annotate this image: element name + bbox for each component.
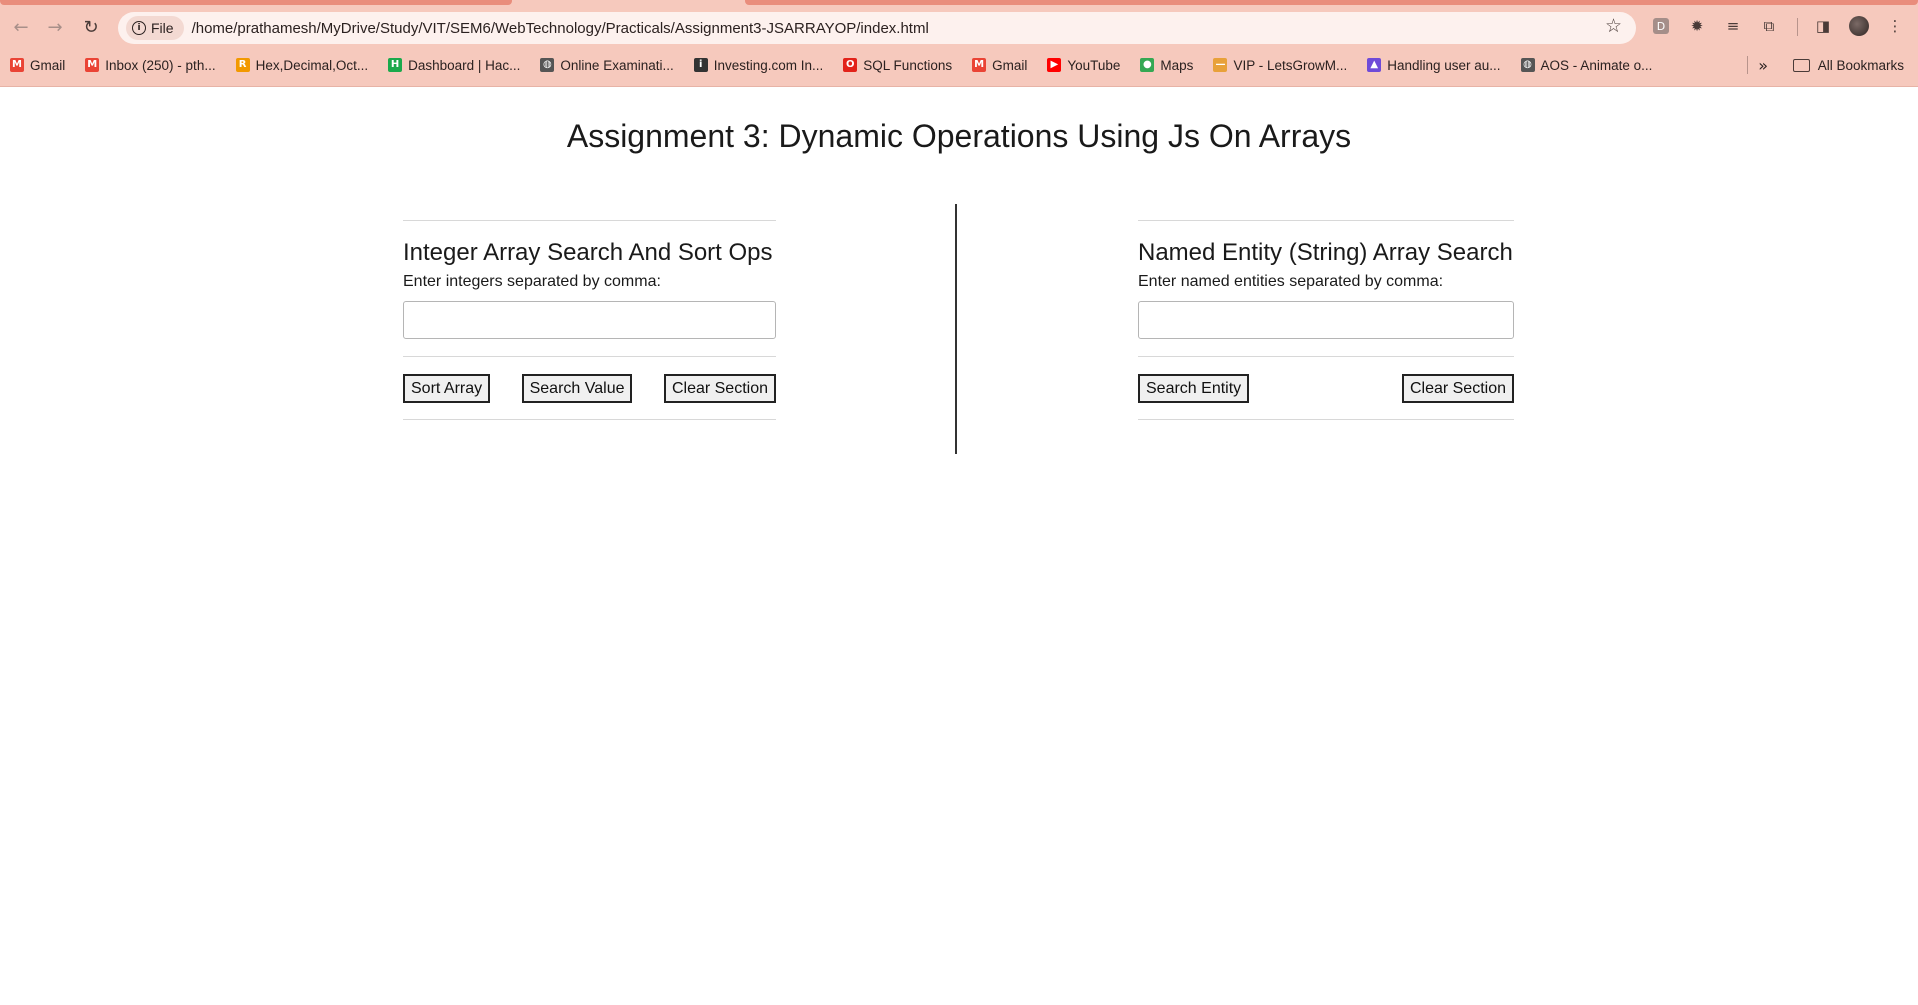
integer-array-section: Integer Array Search And Sort Ops Enter … [403, 220, 776, 420]
bookmark-label: Maps [1160, 57, 1194, 73]
bookmark-item[interactable]: R Hex,Decimal,Oct... [226, 58, 379, 73]
hackerrank-icon: H [388, 58, 403, 72]
bookmark-item[interactable]: ● Maps [1130, 58, 1203, 73]
integer-section-heading: Integer Array Search And Sort Ops [403, 239, 773, 266]
extensions-puzzle-icon[interactable]: ⧉ [1758, 15, 1780, 37]
tab-indicator [745, 0, 1918, 5]
side-panel-icon[interactable]: ◨ [1812, 15, 1834, 37]
bookmark-item[interactable]: M Gmail [0, 58, 75, 73]
sort-array-button[interactable]: Sort Array [403, 374, 491, 403]
maps-icon: ● [1140, 58, 1155, 72]
string-array-section: Named Entity (String) Array Search Enter… [1138, 220, 1514, 420]
investing-icon: i [693, 58, 708, 72]
section-top-rule [1138, 220, 1514, 221]
clear-integer-section-button[interactable]: Clear Section [663, 374, 776, 403]
bookmark-item[interactable]: ◍ Online Examinati... [530, 58, 683, 73]
section-divider [955, 204, 957, 454]
info-icon: i [132, 21, 146, 35]
bookmark-star-icon[interactable]: ☆ [1605, 15, 1622, 37]
bookmark-label: Inbox (250) - pth... [105, 57, 216, 73]
bookmark-label: SQL Functions [863, 57, 953, 73]
bookmark-label: AOS - Animate o... [1540, 57, 1653, 73]
address-bar[interactable]: i File /home/prathamesh/MyDrive/Study/VI… [118, 12, 1636, 44]
extension-bug-icon[interactable]: ✹ [1686, 15, 1708, 37]
page-title: Assignment 3: Dynamic Operations Using J… [566, 118, 1352, 154]
toolbar-separator [1797, 18, 1798, 36]
integer-input[interactable] [403, 301, 776, 339]
all-bookmarks-label: All Bookmarks [1817, 57, 1904, 73]
bookmark-label: YouTube [1067, 57, 1121, 73]
forward-icon[interactable]: → [42, 14, 68, 40]
bookmarks-bar: M Gmail M Inbox (250) - pth... R Hex,Decimal,… [0, 52, 1918, 78]
gmail-icon: M [972, 58, 987, 72]
reload-icon[interactable]: ↻ [78, 14, 104, 40]
bookmark-item[interactable]: ▲ Handling user au... [1357, 58, 1510, 73]
bookmark-item[interactable]: — VIP - LetsGrowM... [1203, 58, 1357, 73]
section-top-rule [403, 220, 776, 221]
entity-input[interactable] [1138, 301, 1514, 339]
back-icon[interactable]: ← [8, 14, 34, 40]
bookmark-label: Hex,Decimal,Oct... [255, 57, 369, 73]
bookmarks-separator [1747, 56, 1748, 74]
integer-button-row: Sort Array Search Value Clear Section [403, 356, 776, 420]
gmail-icon: M [85, 58, 100, 72]
bookmark-item[interactable]: M Inbox (250) - pth... [75, 58, 225, 73]
all-bookmarks-button[interactable]: All Bookmarks [1792, 57, 1904, 73]
bookmark-item[interactable]: ▶ YouTube [1037, 58, 1130, 73]
tab-indicator [0, 0, 512, 5]
bookmark-item[interactable]: ◍ AOS - Animate o... [1511, 58, 1663, 73]
dash-icon: — [1213, 58, 1228, 72]
bookmark-label: Dashboard | Hac... [408, 57, 521, 73]
r-icon: R [235, 58, 250, 72]
menu-kebab-icon[interactable]: ⋮ [1884, 15, 1906, 37]
rocket-icon: ▲ [1367, 58, 1382, 72]
url-text[interactable]: /home/prathamesh/MyDrive/Study/VIT/SEM6/… [192, 20, 929, 37]
folder-icon [1792, 58, 1810, 72]
bookmark-item[interactable]: M Gmail [962, 58, 1037, 73]
bookmark-item[interactable]: i Investing.com In... [684, 58, 834, 73]
bookmark-label: VIP - LetsGrowM... [1233, 57, 1348, 73]
bookmark-label: Gmail [30, 57, 66, 73]
globe-icon: ◍ [540, 58, 555, 72]
profile-avatar[interactable] [1848, 15, 1870, 37]
bookmark-label: Investing.com In... [713, 57, 824, 73]
bookmark-label: Online Examinati... [560, 57, 674, 73]
clear-string-section-button[interactable]: Clear Section [1401, 374, 1514, 403]
more-bookmarks-icon[interactable]: » [1758, 56, 1768, 75]
string-input-label: Enter named entities separated by comma: [1138, 273, 1444, 290]
search-value-button[interactable]: Search Value [521, 374, 633, 403]
string-section-heading: Named Entity (String) Array Search [1138, 239, 1513, 266]
extension-d-icon[interactable]: D [1650, 15, 1672, 37]
youtube-icon: ▶ [1047, 58, 1062, 72]
site-info-chip[interactable]: i File [126, 16, 184, 40]
site-chip-label: File [151, 20, 174, 36]
integer-input-label: Enter integers separated by comma: [403, 273, 661, 290]
search-entity-button[interactable]: Search Entity [1138, 374, 1250, 403]
bookmark-item[interactable]: H Dashboard | Hac... [378, 58, 530, 73]
bookmark-label: Gmail [992, 57, 1028, 73]
string-button-row: Search Entity Clear Section [1138, 356, 1514, 420]
gmail-icon: M [10, 58, 24, 72]
bookmark-label: Handling user au... [1387, 57, 1501, 73]
globe-icon: ◍ [1520, 58, 1535, 72]
oracle-icon: O [843, 58, 858, 72]
browser-chrome: ← → ↻ i File /home/prathamesh/MyDrive/St… [0, 0, 1918, 87]
bookmark-item[interactable]: O SQL Functions [833, 58, 962, 73]
reading-list-icon[interactable]: ≡ [1722, 15, 1744, 37]
